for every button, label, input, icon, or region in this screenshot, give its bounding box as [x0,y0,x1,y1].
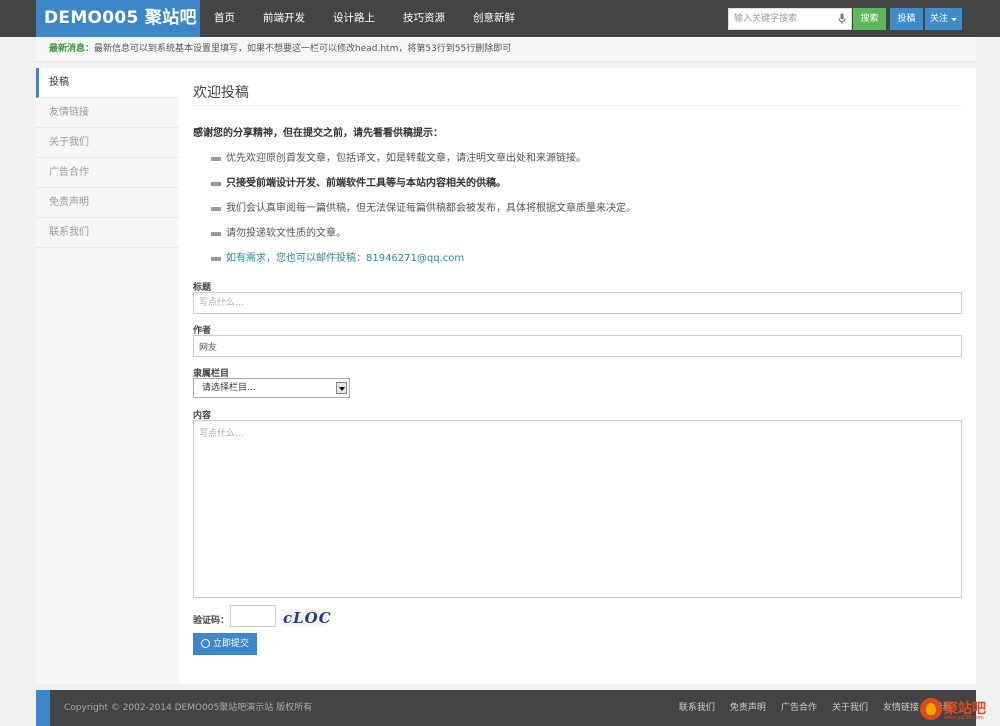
site-logo[interactable]: DEMO005 聚站吧 [36,0,200,37]
nav-item-frontend[interactable]: 前端开发 [249,0,319,37]
dash-bullet-icon [211,257,221,261]
footer-link-disclaimer[interactable]: 免责声明 [730,690,766,726]
sidebar-item-about[interactable]: 关于我们 [36,128,179,158]
notice-bar: 最新消息：最新信息可以到系统基本设置里填写，如果不想要这一栏可以修改head.h… [36,37,976,62]
notice-tag: 最新消息： [49,44,95,54]
sidebar-item-disclaimer[interactable]: 免责声明 [36,188,179,218]
intro-text: 感谢您的分享精神，但在提交之前，请先看看供稿提示： [193,128,443,139]
check-circle-icon [201,639,210,648]
caret-down-icon [951,18,957,21]
microphone-icon[interactable] [838,13,846,25]
search-input[interactable] [729,9,833,29]
footer-links: 联系我们 免责声明 广告合作 关于我们 友情链接 投稿 [664,690,952,726]
search-box [728,8,852,30]
submit-label: 立即提交 [213,639,250,649]
sidebar-item-contact[interactable]: 联系我们 [36,218,179,248]
email-submission-link[interactable]: 如有需求，您也可以邮件投稿：81946271@qq.com [226,253,464,264]
list-item: 我们会认真审阅每一篇供稿，但无法保证每篇供稿都会被发布，具体将根据文章质量来决定… [211,202,636,227]
list-item: 只接受前端设计开发、前端软件工具等与本站内容相关的供稿。 [211,177,636,202]
footer-link-links[interactable]: 友情链接 [883,690,919,726]
follow-label: 关注 [930,14,949,24]
sidebar-item-ads[interactable]: 广告合作 [36,158,179,188]
follow-dropdown-button[interactable]: 关注 [925,8,962,30]
sidebar-item-submit[interactable]: 投稿 [36,68,179,98]
captcha-input[interactable] [230,605,276,627]
main-content: 欢迎投稿 感谢您的分享精神，但在提交之前，请先看看供稿提示： 优先欢迎原创首发文… [179,68,976,684]
dash-bullet-icon [211,207,221,211]
author-input[interactable] [193,335,962,357]
top-navbar: DEMO005 聚站吧 首页 前端开发 设计路上 技巧资源 创意新鲜 搜索 投稿… [0,0,1000,37]
nav-item-home[interactable]: 首页 [200,0,249,37]
sidebar: 投稿 友情链接 关于我们 广告合作 免责声明 联系我们 [36,68,179,684]
dash-bullet-icon [211,157,221,161]
page-title: 欢迎投稿 [193,85,249,101]
copyright-text: Copyright © 2002-2014 DEMO005聚站吧演示站 版权所有 [64,703,313,713]
nav-item-creative[interactable]: 创意新鲜 [459,0,529,37]
brand-logo-icon [920,698,942,720]
footer: Copyright © 2002-2014 DEMO005聚站吧演示站 版权所有… [36,690,976,726]
footer-link-contact[interactable]: 联系我们 [679,690,715,726]
list-item: 请勿投递软文性质的文章。 [211,227,636,252]
dropdown-arrow-icon [336,382,347,394]
rule-text: 请勿投递软文性质的文章。 [226,228,346,239]
rules-list: 优先欢迎原创首发文章，包括译文，如是转载文章，请注明文章出处和来源链接。 只接受… [211,152,636,277]
list-item: 优先欢迎原创首发文章，包括译文，如是转载文章，请注明文章出处和来源链接。 [211,152,636,177]
dash-bullet-icon [211,232,221,236]
title-divider [193,105,962,106]
submit-article-button[interactable]: 投稿 [890,8,923,30]
sidebar-item-links[interactable]: 友情链接 [36,98,179,128]
captcha-image[interactable]: cLOC [281,609,331,627]
footer-accent-bar [36,690,50,726]
category-select[interactable]: 请选择栏目... [193,378,350,398]
brand-watermark: 聚站吧 www.ju138.com [920,696,996,724]
content-textarea[interactable] [193,420,962,598]
nav-item-design[interactable]: 设计路上 [319,0,389,37]
list-item: 如有需求，您也可以邮件投稿：81946271@qq.com [211,252,636,277]
submit-button[interactable]: 立即提交 [193,633,257,655]
footer-link-ads[interactable]: 广告合作 [781,690,817,726]
main-nav: 首页 前端开发 设计路上 技巧资源 创意新鲜 [200,0,529,37]
rule-text: 我们会认真审阅每一篇供稿，但无法保证每篇供稿都会被发布，具体将根据文章质量来决定… [226,203,636,214]
category-selected-value: 请选择栏目... [202,383,256,393]
notice-text: 最新信息可以到系统基本设置里填写，如果不想要这一栏可以修改head.htm，将第… [94,44,512,54]
dash-bullet-icon [211,182,221,186]
search-button[interactable]: 搜索 [853,8,886,30]
captcha-text: cLOC [283,609,332,627]
nav-item-tips[interactable]: 技巧资源 [389,0,459,37]
title-input[interactable] [193,292,962,314]
rule-text: 只接受前端设计开发、前端软件工具等与本站内容相关的供稿。 [226,178,506,189]
brand-url: www.ju138.com [944,715,984,721]
footer-link-about[interactable]: 关于我们 [832,690,868,726]
captcha-label: 验证码： [193,616,230,626]
rule-text: 优先欢迎原创首发文章，包括译文，如是转载文章，请注明文章出处和来源链接。 [226,153,586,164]
